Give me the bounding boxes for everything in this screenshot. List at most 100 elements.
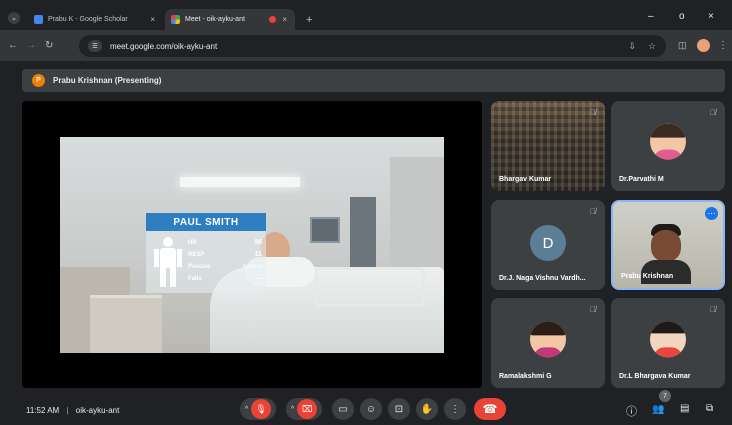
tab-title: Prabu K - Google Scholar [48, 16, 128, 23]
google-scholar-favicon-icon [34, 15, 43, 24]
participant-tile[interactable]: 🎙̸ Ramalakshmi G [491, 298, 605, 388]
muted-mic-icon: 🎙̸ [710, 305, 716, 314]
meet-app: P Prabu Krishnan (Presenting) PAUL SMITH [0, 61, 732, 425]
participant-name: Dr.Parvathi M [619, 176, 664, 183]
tab-google-scholar[interactable]: Prabu K - Google Scholar × [28, 9, 163, 30]
vital-row: Posture Reclined [188, 261, 262, 273]
meeting-details-icon[interactable]: ⓘ [626, 403, 637, 419]
vital-value: 11 [254, 251, 262, 258]
presentation-stage[interactable]: PAUL SMITH HR 96 RESP 11 Posture Reclined F… [22, 101, 482, 388]
vital-value: — [256, 276, 262, 282]
present-button[interactable]: ⊡ [388, 398, 410, 420]
participant-name: Prabu Krishnan [621, 273, 674, 280]
recording-indicator-icon [269, 16, 277, 23]
mic-off-icon[interactable]: 🎙 [251, 399, 272, 419]
forward-icon[interactable]: → [26, 40, 36, 51]
star-icon[interactable]: ☆ [648, 41, 656, 52]
participant-tile[interactable]: 🎙̸ D Dr.J. Naga Vishnu Vardh... [491, 200, 605, 290]
close-tab-icon[interactable]: × [150, 15, 155, 24]
tab-search-button[interactable]: ⌄ [8, 12, 20, 24]
participant-name: Dr.J. Naga Vishnu Vardh... [499, 275, 586, 282]
chevron-up-icon: ^ [290, 405, 295, 413]
vital-label: Falls [188, 276, 202, 282]
muted-mic-icon: 🎙̸ [590, 305, 596, 314]
vital-label: Posture [188, 264, 211, 270]
profile-icon[interactable] [697, 39, 710, 52]
camera-options-button[interactable]: ^ ⌧ [286, 398, 322, 420]
reload-icon[interactable]: ↻ [45, 40, 53, 51]
hand-icon: ✋ [420, 403, 434, 415]
participant-name: Dr.L Bhargava Kumar [619, 373, 691, 380]
more-options-icon[interactable]: ⋯ [705, 207, 718, 220]
present-screen-icon: ⊡ [394, 403, 404, 415]
tab-meet[interactable]: Meet - oik-ayku-ant × [165, 9, 295, 30]
close-window-button[interactable]: × [708, 11, 714, 22]
meet-favicon-icon [171, 15, 180, 24]
participant-name: Ramalakshmi G [499, 373, 552, 380]
info-separator: | [66, 406, 69, 415]
participant-tile[interactable]: 🎙̸ Bhargav Kumar [491, 101, 605, 191]
participant-avatar [650, 123, 686, 160]
right-wall-panel [390, 157, 444, 277]
participant-avatar: D [530, 225, 566, 261]
mic-options-button[interactable]: ^ 🎙 [240, 398, 276, 420]
minimize-button[interactable]: – [648, 11, 654, 22]
vital-label: HR [188, 240, 197, 246]
download-icon[interactable]: ⇩ [628, 41, 636, 52]
new-tab-button[interactable]: + [306, 14, 312, 26]
back-icon[interactable]: ← [8, 40, 18, 51]
bed-rail [315, 267, 425, 307]
muted-mic-icon: 🎙̸ [710, 108, 716, 117]
meeting-controls: 11:52 AM | oik-ayku-ant ^ 🎙 ^ ⌧ ▭ ☺ ⊡ ✋ … [0, 390, 732, 425]
people-icon[interactable]: 👥 [652, 404, 664, 415]
participant-tile-active[interactable]: ⋯ Prabu Krishnan [611, 200, 725, 290]
emoji-icon: ☺ [365, 403, 377, 415]
ceiling-light [180, 177, 300, 187]
captions-button[interactable]: ▭ [332, 398, 354, 420]
patient-name-overlay: PAUL SMITH [146, 213, 266, 231]
presentation-video: PAUL SMITH HR 96 RESP 11 Posture Reclined F… [60, 137, 444, 353]
participant-tile[interactable]: 🎙̸ Dr.Parvathi M [611, 101, 725, 191]
vitals-overlay: HR 96 RESP 11 Posture Reclined Falls — [146, 231, 266, 293]
raise-hand-button[interactable]: ✋ [416, 398, 438, 420]
address-bar[interactable]: ☰ meet.google.com/oik-ayku-ant ⇩ ☆ [79, 35, 666, 57]
chevron-up-icon: ^ [244, 405, 249, 413]
chat-icon[interactable]: ▤ [680, 403, 689, 414]
participant-tile[interactable]: 🎙̸ Dr.L Bhargava Kumar [611, 298, 725, 388]
vital-row: RESP 11 [188, 249, 262, 261]
participant-avatar [530, 321, 566, 358]
camera-off-icon[interactable]: ⌧ [297, 399, 318, 419]
participant-name: Bhargav Kumar [499, 176, 552, 183]
vital-label: RESP [188, 252, 205, 258]
close-tab-icon[interactable]: × [282, 15, 287, 24]
meeting-info: 11:52 AM | oik-ayku-ant [26, 406, 119, 415]
extensions-icon[interactable]: ◫ [678, 40, 687, 51]
participant-avatar [650, 321, 686, 358]
tab-title: Meet - oik-ayku-ant [185, 16, 245, 23]
more-options-button[interactable]: ⋮ [444, 398, 466, 420]
vital-value: Reclined [242, 264, 262, 270]
vital-row: Falls — [188, 273, 262, 285]
meeting-code: oik-ayku-ant [75, 406, 120, 415]
more-vert-icon: ⋮ [450, 403, 460, 415]
iv-equipment [350, 197, 376, 277]
presenter-avatar: P [32, 74, 45, 87]
activities-icon[interactable]: ⧉ [706, 403, 713, 414]
url-text: meet.google.com/oik-ayku-ant [110, 41, 218, 51]
muted-mic-icon: 🎙̸ [590, 108, 596, 117]
site-info-icon[interactable]: ☰ [88, 40, 102, 52]
people-count-badge: 7 [659, 390, 671, 402]
hang-up-icon: ☎ [482, 402, 498, 416]
reactions-button[interactable]: ☺ [360, 398, 382, 420]
medical-monitor [310, 217, 340, 243]
browser-toolbar: ← → ↻ ☰ meet.google.com/oik-ayku-ant ⇩ ☆… [0, 30, 732, 61]
presenter-label: Prabu Krishnan (Presenting) [53, 76, 162, 85]
maximize-button[interactable]: o [679, 11, 685, 22]
menu-icon[interactable]: ⋮ [718, 40, 728, 51]
browser-tabstrip: ⌄ Prabu K - Google Scholar × Meet - oik-… [0, 0, 732, 30]
muted-mic-icon: 🎙̸ [590, 207, 596, 216]
side-table [90, 295, 162, 353]
leave-call-button[interactable]: ☎ [474, 398, 506, 420]
presenter-banner: P Prabu Krishnan (Presenting) [22, 69, 725, 92]
vital-value: 96 [254, 239, 262, 246]
